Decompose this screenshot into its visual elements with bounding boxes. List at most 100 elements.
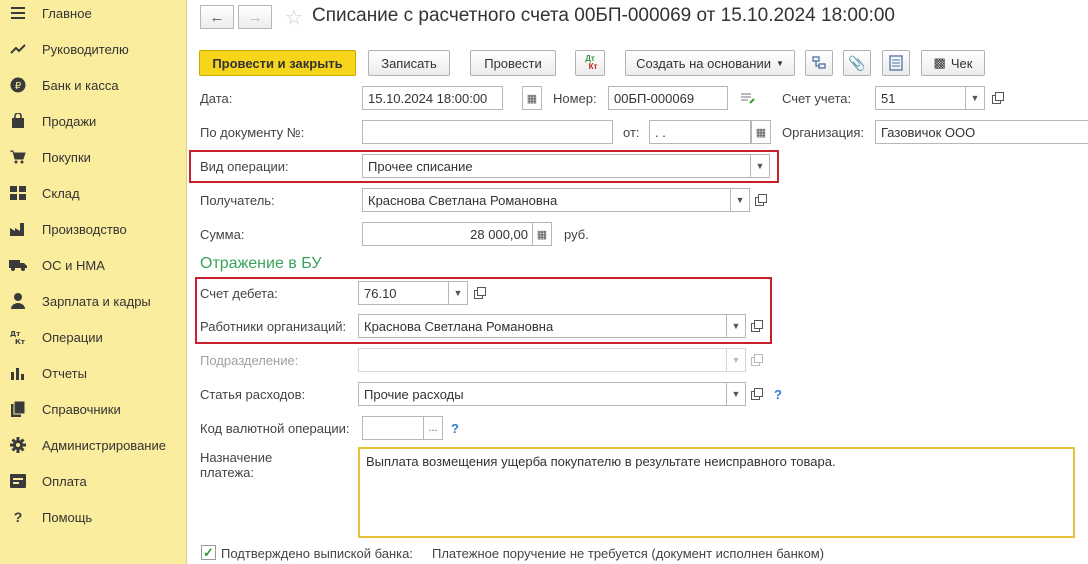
purpose-label: Назначение платежа: [200,450,273,480]
open-icon [992,92,1004,104]
calendar-icon: ▦ [755,126,767,139]
account-dropdown-button[interactable]: ▼ [965,86,985,110]
recipient-dropdown-button[interactable]: ▼ [730,188,750,212]
structure-button[interactable] [805,50,833,76]
debit-account-field[interactable]: 76.10 [358,281,449,305]
post-button[interactable]: Провести [470,50,556,76]
sidebar-item-12[interactable]: Администрирование [0,427,187,463]
create-based-on-button[interactable]: Создать на основании ▼ [625,50,795,76]
expense-help-icon[interactable]: ? [774,387,782,402]
account-open-button[interactable] [988,87,1008,109]
sidebar-item-5[interactable]: Склад [0,175,187,211]
number-field[interactable]: 00БП-000069 [608,86,728,110]
sidebar-item-label: Отчеты [42,365,87,381]
currency-label: руб. [564,227,589,242]
expense-open-button[interactable] [747,383,767,405]
open-icon [474,287,486,299]
sidebar-item-label: Главное [42,5,92,21]
structure-icon [812,56,826,69]
from-date-field[interactable]: . . [649,120,751,144]
employees-field[interactable]: Краснова Светлана Романовна [358,314,727,338]
sidebar-item-6[interactable]: Производство [0,211,187,247]
account-field[interactable]: 51 [875,86,966,110]
sidebar-item-1[interactable]: Руководителю [0,31,187,67]
date-field[interactable]: 15.10.2024 18:00:00 [362,86,503,110]
sidebar-item-label: Справочники [42,401,121,417]
dt-kt-icon-kt: Кт [588,62,598,71]
dropdown-arrow-icon: ▼ [453,288,463,298]
post-and-close-button[interactable]: Провести и закрыть [199,50,356,76]
sidebar-item-14[interactable]: ? Помощь [0,499,187,535]
dt-kt-icon: Дт Кт [9,328,27,346]
sidebar-item-label: Покупки [42,149,91,165]
document-form: ← → ☆ Списание с расчетного счета 00БП-0… [188,0,1088,564]
debit-dropdown-button[interactable]: ▼ [448,281,468,305]
date-label: Дата: [200,91,233,106]
sum-field[interactable]: 28 000,00 [362,222,533,246]
organization-label: Организация: [782,125,865,140]
sidebar-item-0[interactable]: Главное [0,0,187,31]
section-title: Отражение в БУ [200,255,322,272]
list-icon [889,55,903,71]
from-label: от: [623,125,640,140]
document-list-button[interactable] [882,50,910,76]
recipient-field[interactable]: Краснова Светлана Романовна [362,188,731,212]
attach-button[interactable]: 📎 [843,50,871,76]
open-icon [751,388,763,400]
svg-text:₽: ₽ [15,81,22,92]
dropdown-arrow-icon: ▼ [755,161,765,171]
calculator-button[interactable]: ▦ [532,222,552,246]
open-icon [755,194,767,206]
sidebar-item-10[interactable]: Отчеты [0,355,187,391]
sidebar-item-3[interactable]: Продажи [0,103,187,139]
sidebar-item-label: Производство [42,221,127,237]
doc-number-field[interactable] [362,120,613,144]
receipt-button[interactable]: ▩ Чек [921,50,985,76]
sidebar-item-7[interactable]: ОС и НМА [0,247,187,283]
debit-open-button[interactable] [470,282,490,304]
organization-field[interactable]: Газовичок ООО [875,120,1088,144]
employees-open-button[interactable] [747,315,767,337]
dropdown-arrow-icon: ▼ [775,58,784,68]
expense-field[interactable]: Прочие расходы [358,382,727,406]
sidebar-item-11[interactable]: Справочники [0,391,187,427]
dropdown-arrow-icon: ▼ [735,195,745,205]
from-calendar-button[interactable]: ▦ [751,120,771,144]
sidebar-item-13[interactable]: Оплата [0,463,187,499]
page-title: Списание с расчетного счета 00БП-000069 … [312,5,895,26]
bag-icon [9,112,27,130]
favorite-star-icon[interactable]: ☆ [285,5,303,30]
sidebar-item-9[interactable]: Дт Кт Операции [0,319,187,355]
forward-button[interactable]: → [238,5,272,29]
expense-dropdown-button[interactable]: ▼ [726,382,746,406]
arrow-right-icon: → [247,8,263,26]
currency-op-help-icon[interactable]: ? [451,421,459,436]
dropdown-arrow-icon: ▼ [731,355,741,365]
operation-type-field[interactable]: Прочее списание [362,154,751,178]
purpose-textarea[interactable]: Выплата возмещения ущерба покупателю в р… [358,447,1075,538]
employees-dropdown-button[interactable]: ▼ [726,314,746,338]
back-button[interactable]: ← [200,5,234,29]
books-icon [9,400,27,418]
recipient-open-button[interactable] [751,189,771,211]
trend-icon [9,40,27,58]
cart-icon [9,148,27,166]
sidebar-item-8[interactable]: Зарплата и кадры [0,283,187,319]
menu-icon [9,4,27,22]
save-button[interactable]: Записать [368,50,450,76]
doc-number-label: По документу №: [200,125,305,140]
sidebar-item-label: Склад [42,185,80,201]
confirmed-checkbox[interactable]: ✓ [201,545,216,560]
operation-type-dropdown-button[interactable]: ▼ [750,154,770,178]
currency-op-select-button[interactable]: ... [423,416,443,440]
number-edit-icon[interactable] [740,91,756,105]
calendar-button[interactable]: ▦ [522,86,542,110]
sidebar: Главное Руководителю ₽ Банк и касса Продажи П… [0,0,187,564]
checkmark-icon: ✓ [203,544,214,560]
dropdown-arrow-icon: ▼ [970,93,980,103]
sidebar-item-2[interactable]: ₽ Банк и касса [0,67,187,103]
sidebar-item-4[interactable]: Покупки [0,139,187,175]
dt-kt-button[interactable]: Дт Кт [575,50,605,76]
currency-op-field[interactable] [362,416,424,440]
open-icon [751,320,763,332]
